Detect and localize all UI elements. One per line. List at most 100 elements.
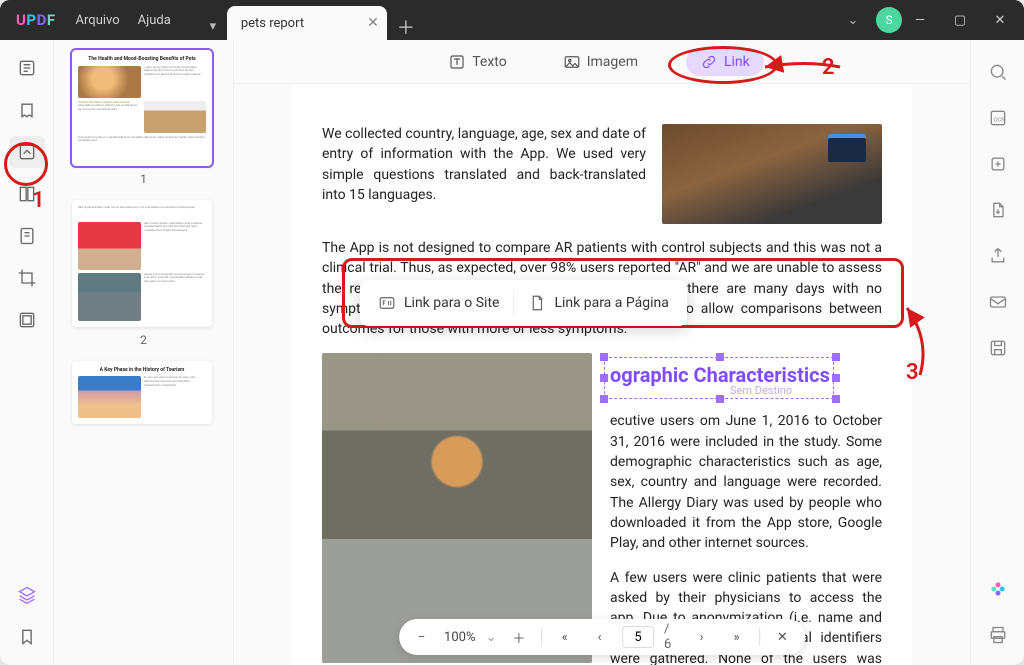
annotation-number-3: 3 xyxy=(906,360,919,385)
app-logo: UPDF xyxy=(16,11,56,29)
tool-image-label: Imagem xyxy=(587,54,638,70)
ai-assistant-icon[interactable] xyxy=(980,573,1016,605)
zoom-value: 100% xyxy=(444,630,475,645)
zoom-dropdown-icon[interactable]: ⌄ xyxy=(485,630,496,645)
zoom-nav-bar: − 100% ⌄ ＋ « ‹ / 6 › » ✕ xyxy=(399,619,805,655)
thumb-image xyxy=(144,101,207,133)
content-area: Texto Imagem Link We collected country, … xyxy=(234,40,970,665)
thumbnail-page-3[interactable]: A Key Phase in the History of Tourism At… xyxy=(72,361,212,425)
compress-icon[interactable] xyxy=(980,148,1016,180)
tool-reader-icon[interactable] xyxy=(9,52,45,84)
url-icon xyxy=(378,294,396,312)
ocr-icon[interactable]: OCR xyxy=(980,102,1016,134)
window-minimize-icon[interactable]: — xyxy=(902,6,938,34)
tab-home-icon[interactable]: ▾ xyxy=(199,12,227,40)
paragraph: We collected country, language, age, sex… xyxy=(322,124,646,224)
selection-handle[interactable] xyxy=(716,395,724,403)
thumbnail-page-number: 1 xyxy=(72,172,215,186)
window-close-icon[interactable]: ✕ xyxy=(982,6,1018,34)
print-icon[interactable] xyxy=(980,619,1016,651)
selection-handle[interactable] xyxy=(832,353,840,361)
text-icon xyxy=(448,53,466,71)
thumbnail-page-1[interactable]: The Health and Mood-Boosting Benefits of… xyxy=(72,50,212,166)
menu-help[interactable]: Ajuda xyxy=(138,13,171,28)
selection-handle[interactable] xyxy=(600,353,608,361)
zoom-in-button[interactable]: ＋ xyxy=(506,624,531,650)
thumb-text: Ut enim ad minim veniam quis nostrud exe… xyxy=(78,101,141,133)
prev-page-button[interactable]: ‹ xyxy=(587,624,612,650)
separator xyxy=(513,290,514,316)
add-tab-button[interactable]: ＋ xyxy=(397,14,415,40)
tab-close-icon[interactable]: ✕ xyxy=(367,15,379,31)
save-icon[interactable] xyxy=(980,332,1016,364)
page-viewport[interactable]: We collected country, language, age, sex… xyxy=(234,84,970,665)
tool-image-button[interactable]: Imagem xyxy=(555,49,646,75)
tool-text-button[interactable]: Texto xyxy=(440,49,514,75)
first-page-button[interactable]: « xyxy=(552,624,577,650)
thumb-text: Neque porro quisquam est qui dolorem ips… xyxy=(144,273,207,321)
image-icon xyxy=(563,53,581,71)
thumbnail-page-2[interactable]: Sed ut perspiciatis unde omnis iste natu… xyxy=(72,200,212,327)
title-bar: UPDF Arquivo Ajuda ▾ pets report ✕ ＋ ⌄ S… xyxy=(0,0,1024,40)
left-rail xyxy=(0,40,54,665)
link-selection-box[interactable] xyxy=(604,357,834,399)
zoom-out-button[interactable]: − xyxy=(409,624,434,650)
tabs-overflow-icon[interactable]: ⌄ xyxy=(838,13,868,28)
page-input[interactable] xyxy=(622,626,654,648)
link-to-page-label: Link para a Página xyxy=(554,295,668,311)
tab-bar: ▾ pets report ✕ ＋ xyxy=(199,0,838,40)
tab-label: pets report xyxy=(241,16,304,31)
thumbnail-panel: The Health and Mood-Boosting Benefits of… xyxy=(54,40,234,665)
link-options-popup: Link para o Site Link para a Página xyxy=(360,280,687,326)
edit-toolbar: Texto Imagem Link xyxy=(234,40,970,84)
thumb-title: A Key Phase in the History of Tourism xyxy=(78,367,206,374)
thumb-text: Sed ut perspiciatis unde omnis iste natu… xyxy=(78,206,206,222)
user-avatar[interactable]: S xyxy=(876,7,902,33)
link-to-page-option[interactable]: Link para a Página xyxy=(516,290,680,316)
thumb-image xyxy=(78,273,141,321)
window-maximize-icon[interactable]: ▢ xyxy=(942,6,978,34)
thumbnail-page-number: 2 xyxy=(72,333,215,347)
tool-markup-icon[interactable] xyxy=(9,94,45,126)
close-navbar-button[interactable]: ✕ xyxy=(770,624,795,650)
right-rail: OCR xyxy=(970,40,1024,665)
tool-crop-icon[interactable] xyxy=(9,262,45,294)
selection-handle[interactable] xyxy=(832,374,840,382)
tab-active[interactable]: pets report ✕ xyxy=(227,6,387,40)
export-icon[interactable] xyxy=(980,194,1016,226)
selection-handle[interactable] xyxy=(600,395,608,403)
document-page: We collected country, language, age, sex… xyxy=(292,84,912,665)
bookmark-icon[interactable] xyxy=(9,621,45,653)
page-total: / 6 xyxy=(664,622,679,652)
link-to-site-label: Link para o Site xyxy=(404,295,499,311)
next-page-button[interactable]: › xyxy=(689,624,714,650)
link-icon xyxy=(700,53,718,71)
link-no-destination-label: Sem Destino xyxy=(730,383,792,399)
last-page-button[interactable]: » xyxy=(724,624,749,650)
thumb-text: Duis aute irure dolor in reprehenderit i… xyxy=(78,136,206,160)
selection-handle[interactable] xyxy=(600,374,608,382)
window-controls: — ▢ ✕ xyxy=(902,6,1018,34)
separator xyxy=(759,628,760,646)
layers-icon[interactable] xyxy=(9,579,45,611)
tool-link-button[interactable]: Link xyxy=(686,48,764,76)
document-image xyxy=(322,353,592,663)
share-icon[interactable] xyxy=(980,240,1016,272)
menu-file[interactable]: Arquivo xyxy=(76,13,120,28)
separator xyxy=(541,628,542,646)
selection-handle[interactable] xyxy=(716,353,724,361)
tool-forms-icon[interactable] xyxy=(9,220,45,252)
tool-edit-icon[interactable] xyxy=(9,136,45,168)
annotation-number-1: 1 xyxy=(32,188,45,213)
tool-redact-icon[interactable] xyxy=(9,304,45,336)
document-image xyxy=(662,124,882,224)
paragraph: ecutive users om June 1, 2016 to October… xyxy=(610,411,882,553)
svg-text:OCR: OCR xyxy=(993,117,1005,123)
link-to-site-option[interactable]: Link para o Site xyxy=(366,290,511,316)
selection-handle[interactable] xyxy=(832,395,840,403)
thumb-text: Nemo enim ipsam voluptatem quia voluptas… xyxy=(144,222,207,270)
email-icon[interactable] xyxy=(980,286,1016,318)
thumb-image xyxy=(78,66,141,98)
thumb-text: At vero eos et accusamus et iusto odio d… xyxy=(144,376,207,418)
search-icon[interactable] xyxy=(980,56,1016,88)
